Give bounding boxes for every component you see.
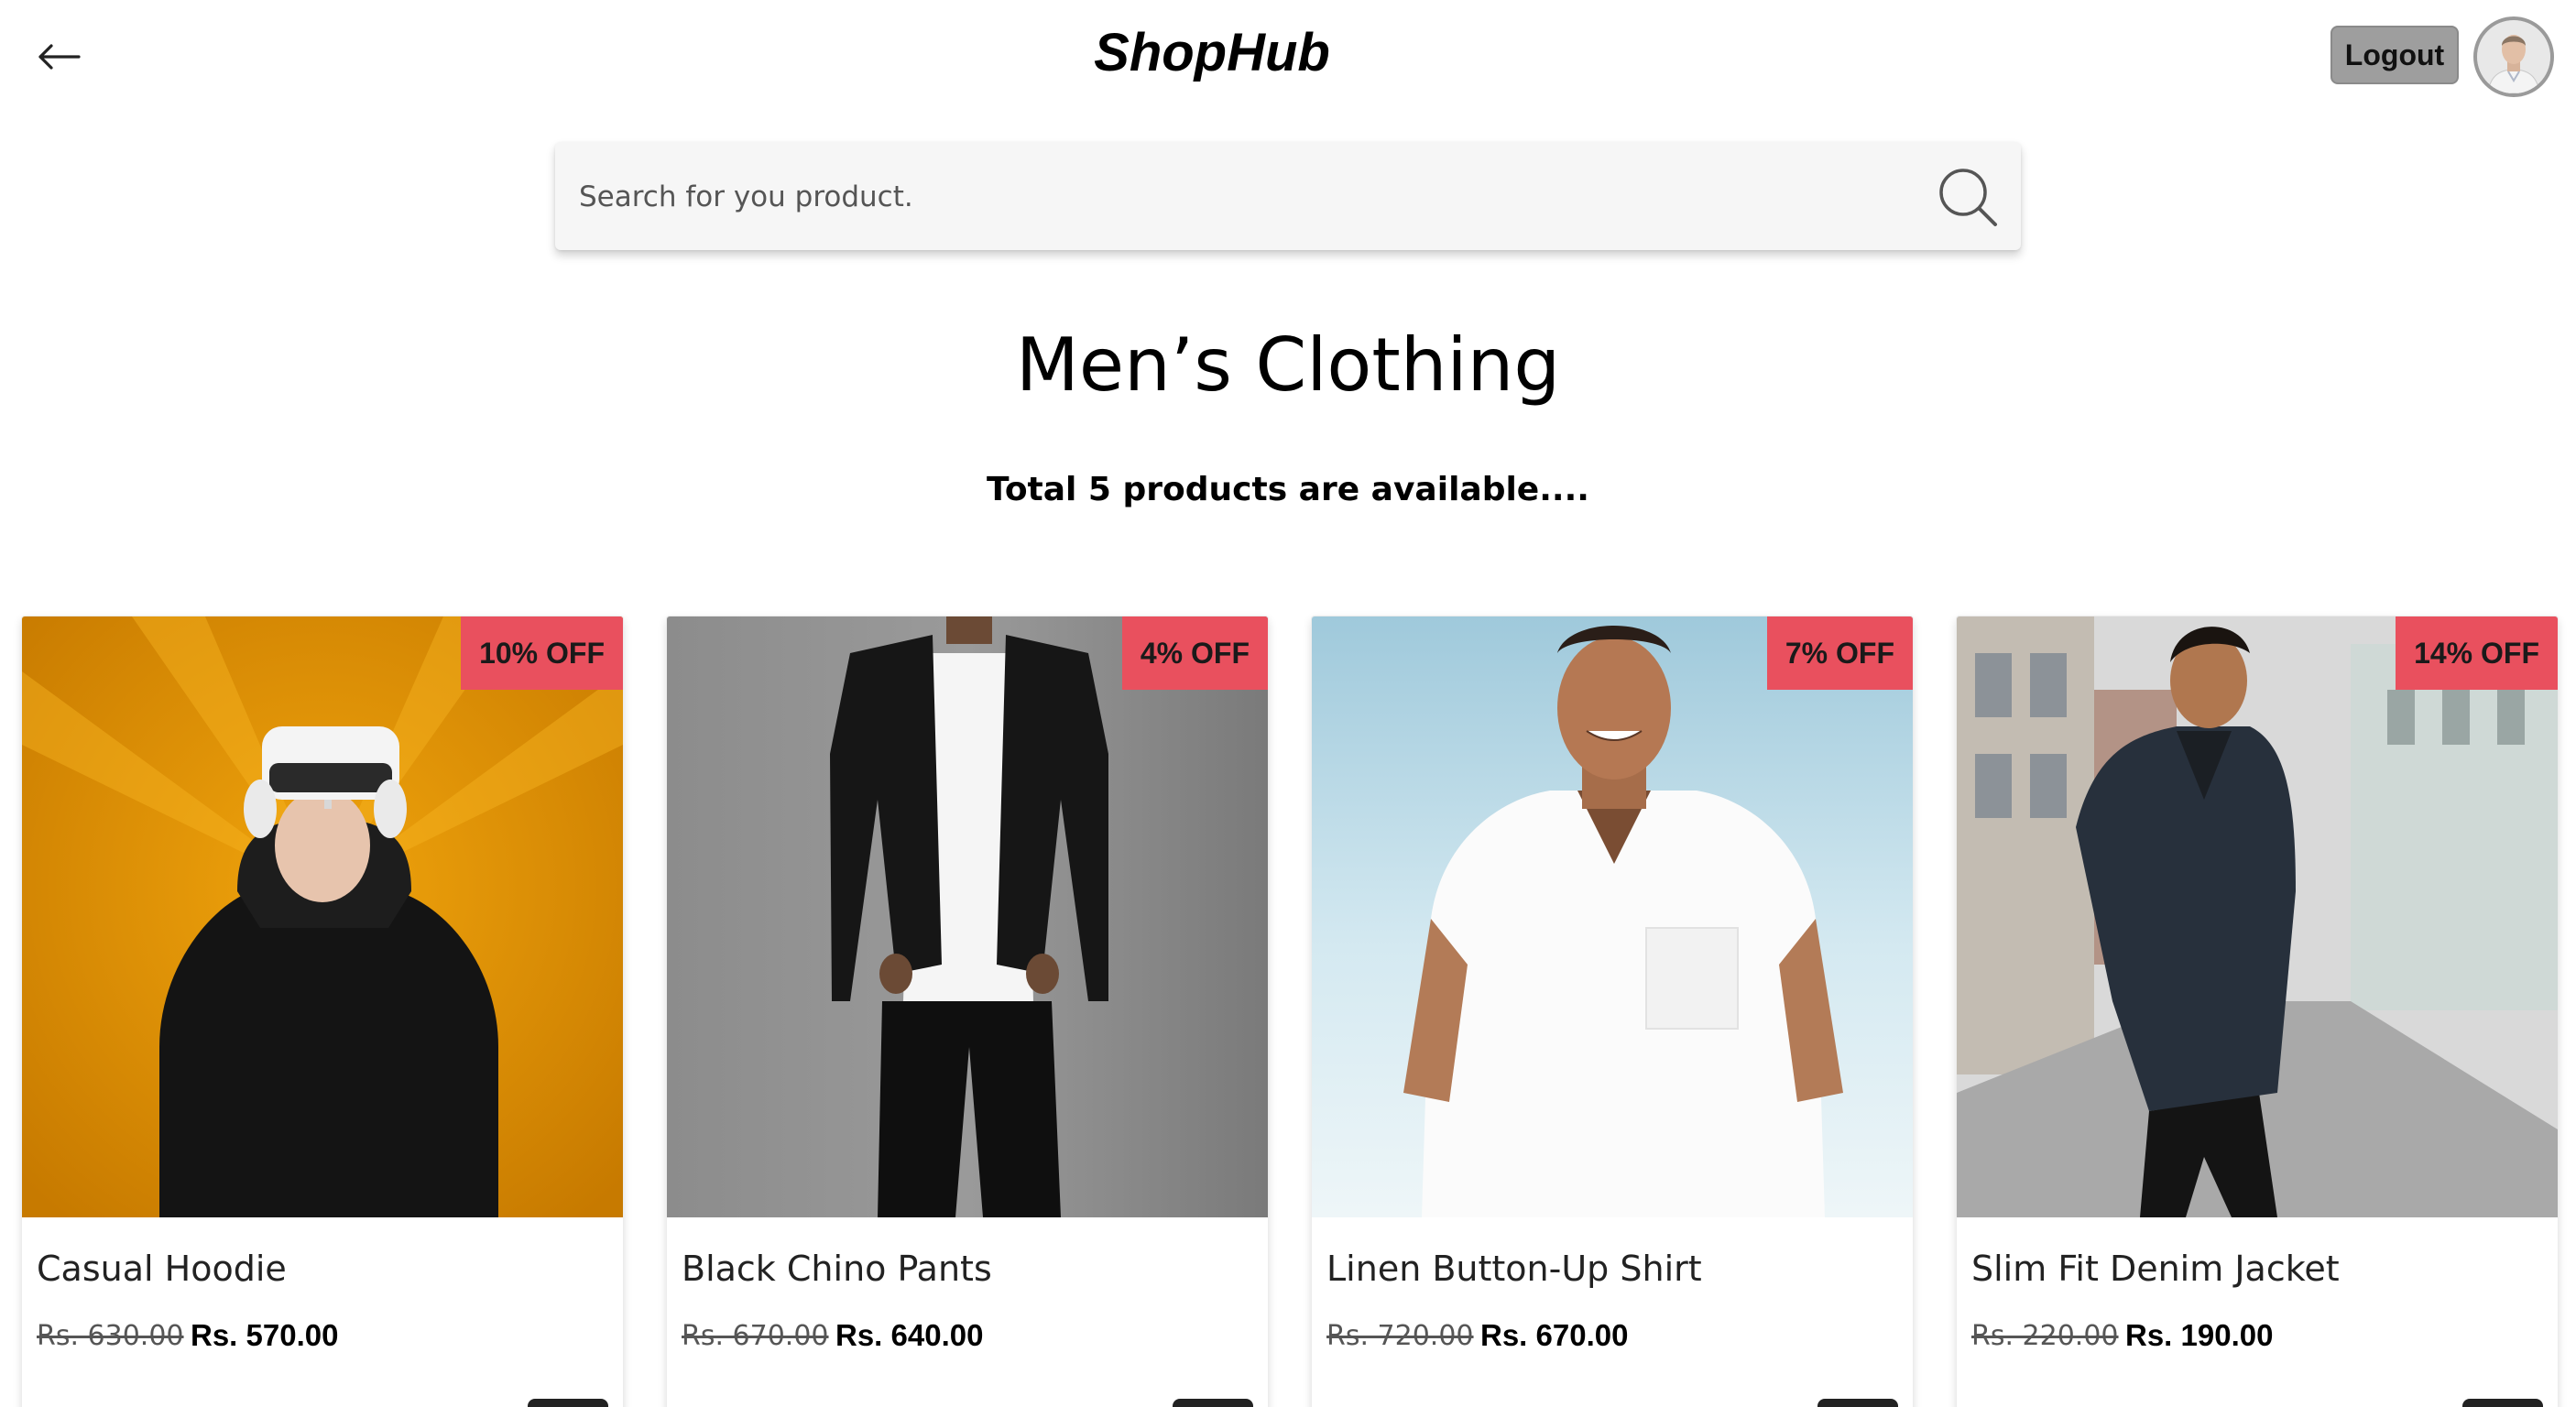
product-name[interactable]: Linen Button-Up Shirt — [1326, 1249, 1702, 1289]
arrow-left-icon — [38, 44, 81, 70]
back-button[interactable] — [33, 31, 84, 82]
search-button[interactable] — [1937, 166, 2001, 230]
product-image[interactable] — [1957, 616, 2558, 1217]
original-price: Rs. 220.00 — [1971, 1320, 2119, 1352]
product-image[interactable] — [667, 616, 1268, 1217]
original-price: Rs. 630.00 — [37, 1320, 184, 1352]
page-title: Men’s Clothing — [1015, 322, 1561, 408]
product-name[interactable]: Slim Fit Denim Jacket — [1971, 1249, 2340, 1289]
product-name[interactable]: Casual Hoodie — [37, 1249, 287, 1289]
product-image[interactable] — [1312, 616, 1913, 1217]
product-card[interactable]: 10% OFF Casual Hoodie Rs. 630.00 Rs. 570… — [22, 616, 623, 1407]
discount-badge: 4% OFF — [1121, 616, 1268, 690]
product-card[interactable]: 14% OFF Slim Fit Denim Jacket Rs. 220.00… — [1957, 616, 2558, 1407]
user-avatar-icon — [2477, 20, 2550, 93]
product-count: Total 5 products are available.... — [987, 471, 1589, 508]
sale-price: Rs. 570.00 — [191, 1318, 339, 1352]
search-input[interactable] — [577, 142, 1900, 252]
add-to-cart-button[interactable] — [1173, 1399, 1253, 1407]
product-card[interactable]: 7% OFF Linen Button-Up Shirt Rs. 720.00 … — [1312, 616, 1913, 1407]
avatar[interactable] — [2473, 16, 2554, 97]
add-to-cart-button[interactable] — [2462, 1399, 2543, 1407]
search-bar — [555, 142, 2021, 252]
product-name[interactable]: Black Chino Pants — [682, 1249, 992, 1289]
product-card[interactable]: 4% OFF Black Chino Pants Rs. 670.00 Rs. … — [667, 616, 1268, 1407]
sale-price: Rs. 640.00 — [835, 1318, 984, 1352]
original-price: Rs. 720.00 — [1326, 1320, 1474, 1352]
product-image[interactable] — [22, 616, 623, 1217]
add-to-cart-button[interactable] — [528, 1399, 608, 1407]
page: ShopHub Logout Men’s Clothing Total 5 pr… — [0, 0, 2576, 1407]
brand-name: ShopHub — [1094, 23, 1330, 82]
search-icon — [1939, 169, 1997, 226]
sale-price: Rs. 190.00 — [2125, 1318, 2274, 1352]
original-price: Rs. 670.00 — [682, 1320, 829, 1352]
sale-price: Rs. 670.00 — [1480, 1318, 1629, 1352]
add-to-cart-button[interactable] — [1817, 1399, 1898, 1407]
discount-badge: 10% OFF — [461, 616, 623, 690]
discount-badge: 7% OFF — [1766, 616, 1913, 690]
discount-badge: 14% OFF — [2396, 616, 2558, 690]
logout-button[interactable]: Logout — [2330, 26, 2459, 84]
brand-logo: ShopHub — [0, 22, 2576, 83]
